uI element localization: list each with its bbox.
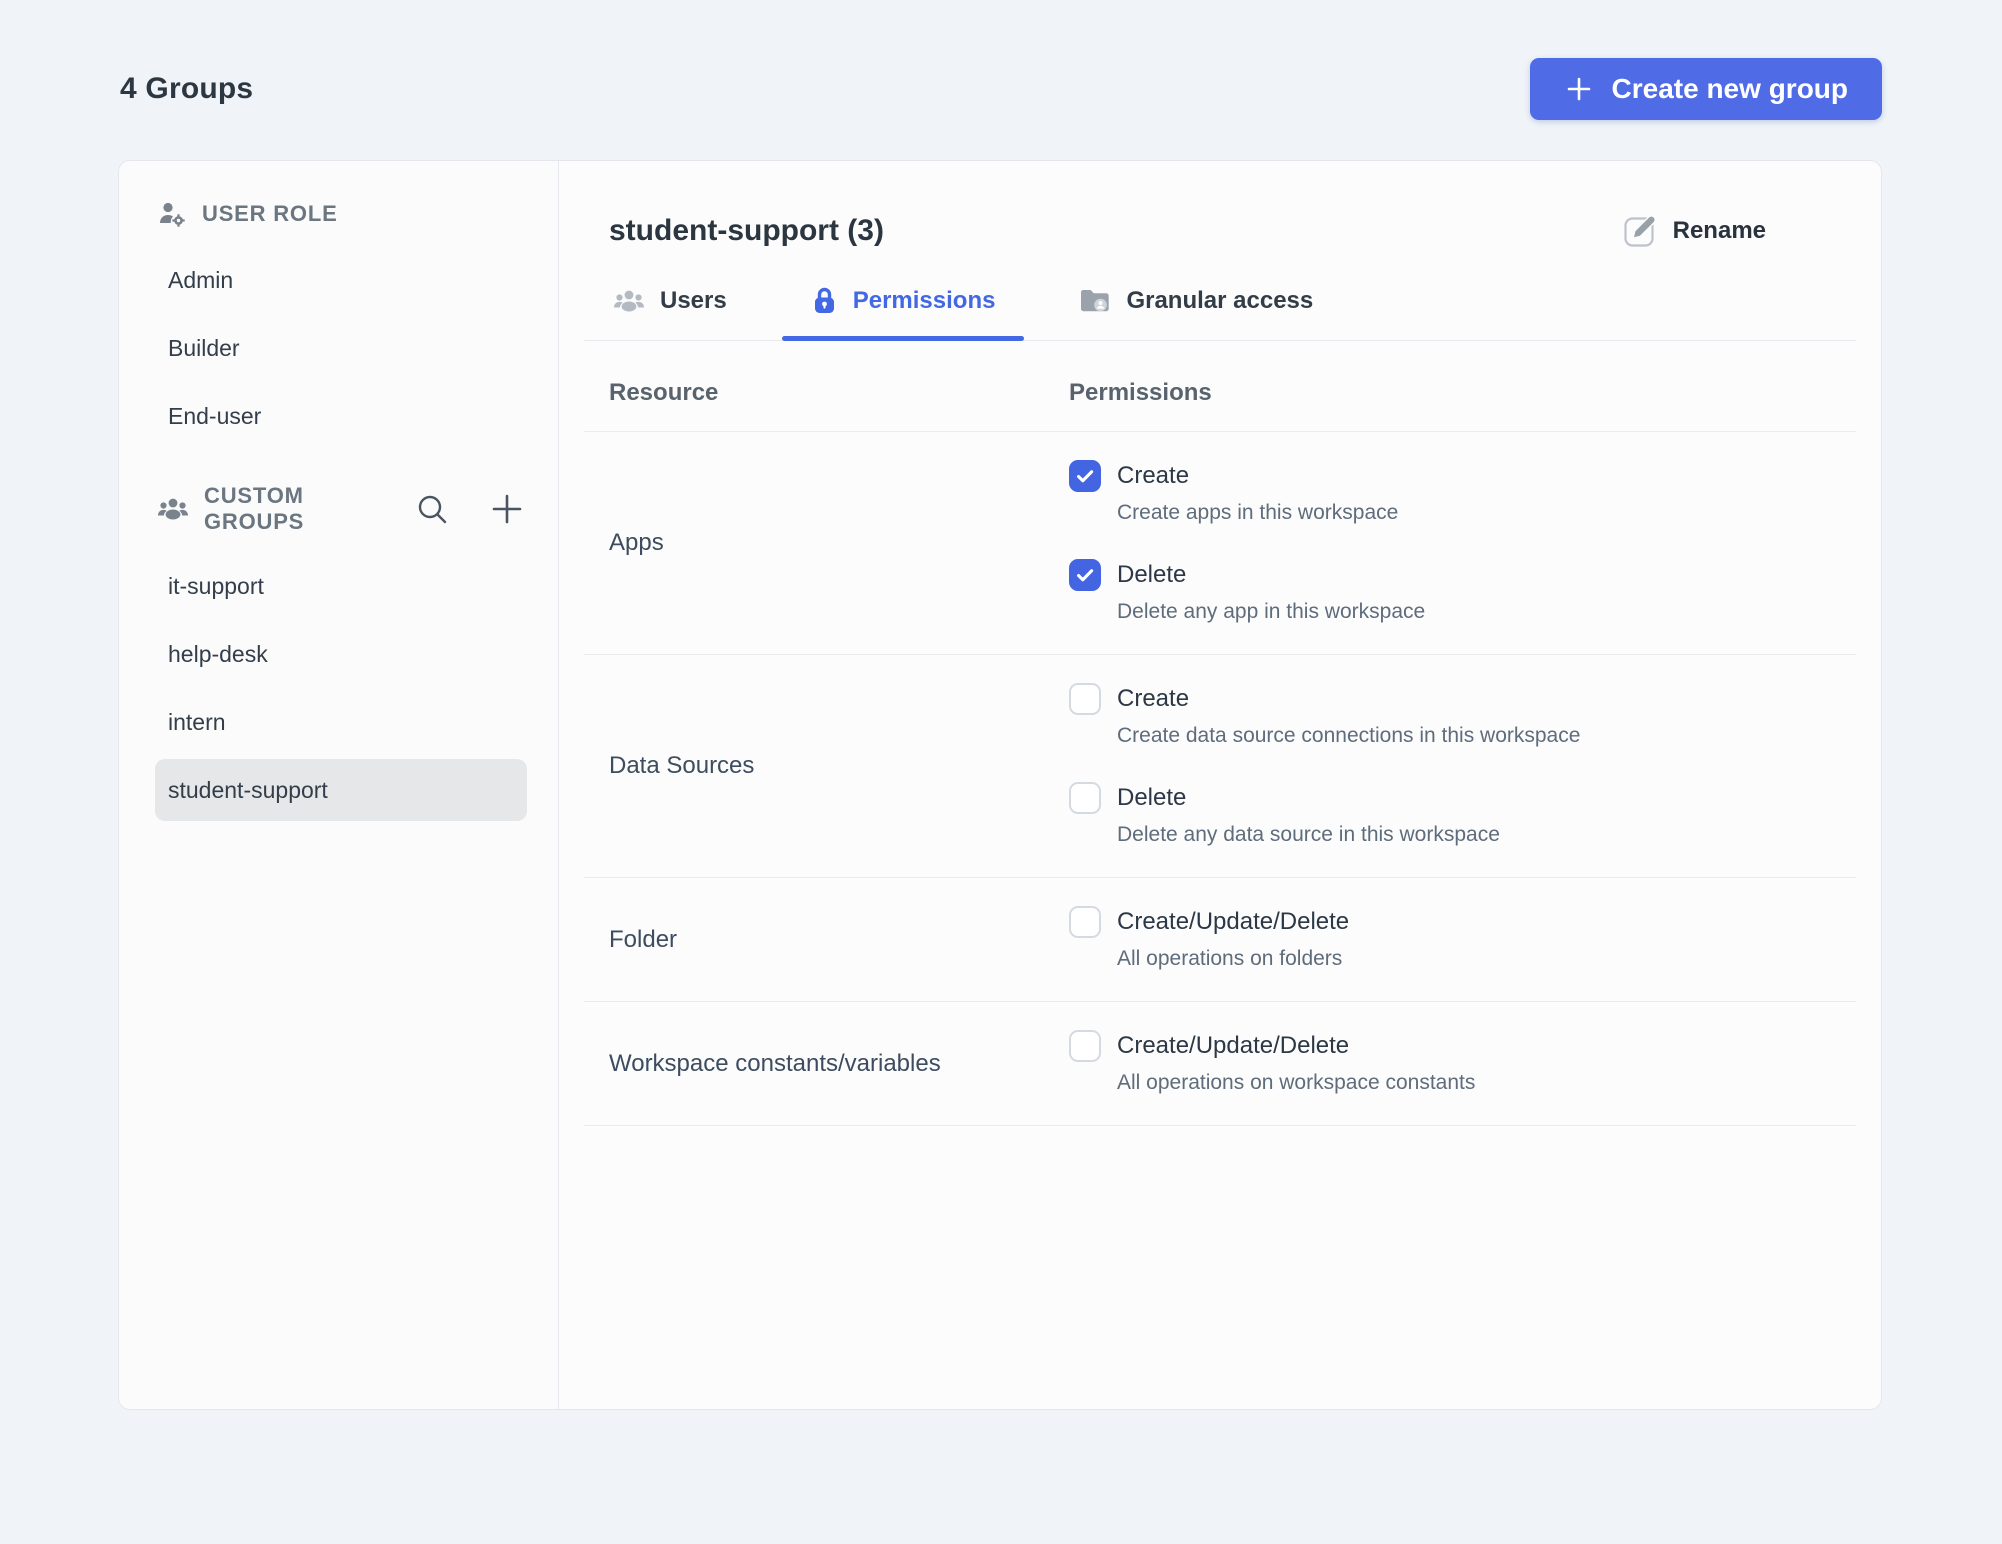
permission-item: Create/Update/Delete All operations on w… <box>1069 1030 1856 1095</box>
permission-description: Delete any app in this workspace <box>1117 600 1426 623</box>
folder-cud-checkbox[interactable] <box>1069 906 1101 938</box>
custom-groups-section-header: CUSTOM GROUPS <box>155 483 527 537</box>
permission-label: Create/Update/Delete <box>1117 908 1350 935</box>
custom-groups-section: CUSTOM GROUPS it-support help-desk inter… <box>155 483 527 821</box>
table-row-data-sources: Data Sources Create Create data source c… <box>584 655 1856 878</box>
table-row-apps: Apps Create Create apps in this workspac… <box>584 432 1856 655</box>
plus-icon <box>1564 74 1594 104</box>
create-new-group-label: Create new group <box>1611 73 1848 104</box>
group-detail-panel: student-support (3) Rename Users Permiss… <box>559 161 1881 1409</box>
plus-icon <box>487 489 527 529</box>
custom-groups-section-title: CUSTOM GROUPS <box>204 483 305 534</box>
search-icon <box>412 489 452 529</box>
data-sources-delete-checkbox[interactable] <box>1069 782 1101 814</box>
tab-permissions[interactable]: Permissions <box>781 279 1025 341</box>
sidebar-item-it-support[interactable]: it-support <box>155 555 527 617</box>
sidebar-item-end-user[interactable]: End-user <box>155 385 527 447</box>
permission-label: Create <box>1117 462 1190 489</box>
permission-label: Delete <box>1117 561 1187 588</box>
page-title: 4 Groups <box>120 72 254 105</box>
permissions-table: Resource Permissions Apps Create Create … <box>584 341 1856 1126</box>
sidebar-item-student-support[interactable]: student-support <box>155 759 527 821</box>
tab-granular-access[interactable]: Granular access <box>1050 279 1342 340</box>
tab-users[interactable]: Users <box>584 279 756 340</box>
edit-icon <box>1622 213 1658 249</box>
permissions-column-header: Permissions <box>1069 379 1212 406</box>
tab-bar: Users Permissions Granular access <box>584 279 1856 341</box>
apps-create-checkbox[interactable] <box>1069 460 1101 492</box>
group-title: student-support (3) <box>609 214 884 247</box>
permission-label: Create <box>1117 685 1190 712</box>
user-role-section: USER ROLE Admin Builder End-user <box>155 199 527 447</box>
sidebar-item-help-desk[interactable]: help-desk <box>155 623 527 685</box>
folder-user-icon <box>1079 287 1111 314</box>
table-row-folder: Folder Create/Update/Delete All operatio… <box>584 878 1856 1002</box>
search-groups-button[interactable] <box>412 489 452 529</box>
permission-item: Create Create data source connections in… <box>1069 683 1856 748</box>
resource-label: Apps <box>609 529 664 556</box>
permission-description: Delete any data source in this workspace <box>1117 823 1500 846</box>
table-row-workspace-constants: Workspace constants/variables Create/Upd… <box>584 1002 1856 1126</box>
sidebar-item-admin[interactable]: Admin <box>155 249 527 311</box>
rename-label: Rename <box>1672 217 1766 244</box>
permission-item: Delete Delete any app in this workspace <box>1069 559 1856 624</box>
permission-item: Create/Update/Delete All operations on f… <box>1069 906 1856 971</box>
top-bar: 4 Groups Create new group <box>120 58 1882 120</box>
user-role-section-header: USER ROLE <box>155 199 527 231</box>
data-sources-create-checkbox[interactable] <box>1069 683 1101 715</box>
permission-description: Create data source connections in this w… <box>1117 724 1581 747</box>
add-group-button[interactable] <box>487 489 527 529</box>
permission-description: All operations on folders <box>1117 947 1343 970</box>
permission-label: Create/Update/Delete <box>1117 1032 1350 1059</box>
group-header: student-support (3) Rename <box>584 161 1856 249</box>
resource-label: Workspace constants/variables <box>609 1049 941 1077</box>
lock-icon <box>811 285 838 316</box>
create-new-group-button[interactable]: Create new group <box>1529 58 1882 120</box>
checkmark-icon <box>1077 470 1094 483</box>
users-icon <box>613 288 645 314</box>
resource-column-header: Resource <box>609 379 719 406</box>
permissions-table-header: Resource Permissions <box>584 341 1856 432</box>
resource-label: Data Sources <box>609 752 755 779</box>
checkmark-icon <box>1077 569 1094 582</box>
user-role-icon <box>157 199 187 229</box>
apps-delete-checkbox[interactable] <box>1069 559 1101 591</box>
rename-button[interactable]: Rename <box>1622 213 1766 249</box>
permission-description: Create apps in this workspace <box>1117 501 1399 524</box>
resource-label: Folder <box>609 925 678 953</box>
sidebar: USER ROLE Admin Builder End-user CUSTOM … <box>119 161 559 1409</box>
groups-card: USER ROLE Admin Builder End-user CUSTOM … <box>118 160 1882 1410</box>
people-group-icon <box>157 496 189 522</box>
tab-granular-access-label: Granular access <box>1126 286 1314 314</box>
sidebar-item-builder[interactable]: Builder <box>155 317 527 379</box>
tab-permissions-label: Permissions <box>852 286 996 314</box>
permission-item: Delete Delete any data source in this wo… <box>1069 782 1856 847</box>
permission-description: All operations on workspace constants <box>1117 1071 1476 1094</box>
permission-item: Create Create apps in this workspace <box>1069 460 1856 525</box>
user-role-section-title: USER ROLE <box>202 201 338 226</box>
permission-label: Delete <box>1117 784 1187 811</box>
workspace-constants-cud-checkbox[interactable] <box>1069 1030 1101 1062</box>
tab-users-label: Users <box>660 286 727 314</box>
sidebar-item-intern[interactable]: intern <box>155 691 527 753</box>
